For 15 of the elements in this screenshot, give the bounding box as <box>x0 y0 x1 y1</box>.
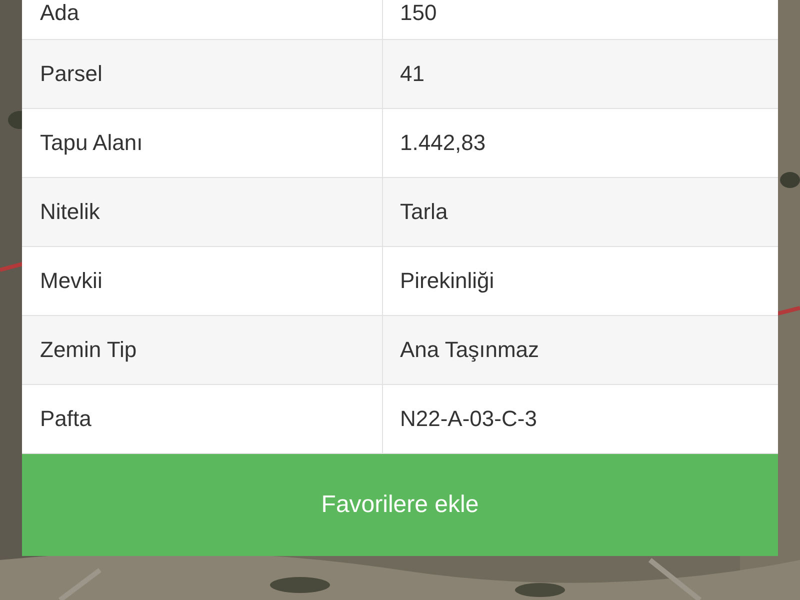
field-label: Parsel <box>40 61 102 87</box>
field-value: 150 <box>400 0 437 26</box>
field-value: Tarla <box>400 199 448 225</box>
field-label: Mevkii <box>40 268 102 294</box>
field-value: 41 <box>400 61 424 87</box>
field-value: Pirekinliği <box>400 268 494 294</box>
add-favorites-button[interactable]: Favorilere ekle <box>22 454 778 556</box>
field-value: Ana Taşınmaz <box>400 337 540 363</box>
field-label: Nitelik <box>40 199 100 225</box>
field-value: 1.442,83 <box>400 130 486 156</box>
field-label: Tapu Alanı <box>40 130 143 156</box>
field-label: Zemin Tip <box>40 337 137 363</box>
field-value: N22-A-03-C-3 <box>400 406 537 432</box>
field-label: Ada <box>40 0 80 26</box>
field-label: Pafta <box>40 406 92 432</box>
